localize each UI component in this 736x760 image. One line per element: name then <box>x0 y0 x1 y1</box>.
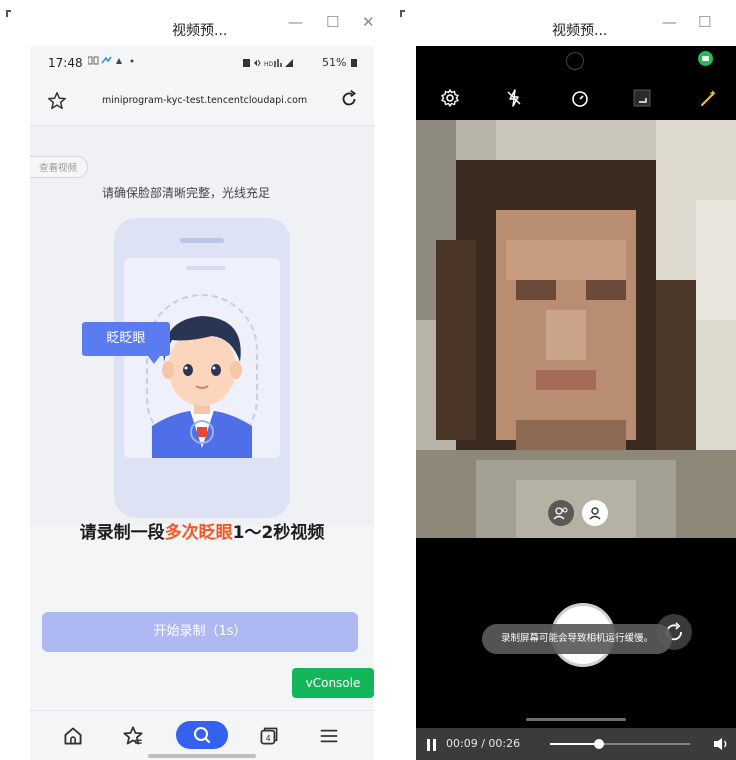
front-camera-icon <box>566 52 584 70</box>
flash-off-icon[interactable] <box>502 86 526 110</box>
settings-icon[interactable] <box>438 86 462 110</box>
corner-mark <box>6 10 11 17</box>
volume-icon[interactable] <box>712 736 730 752</box>
status-time: 17:48 <box>48 56 83 70</box>
gesture-bar <box>148 754 256 758</box>
player-time: 00:09 / 00:26 <box>446 737 521 750</box>
tabs-icon[interactable]: 4 <box>256 723 282 749</box>
minimize-button[interactable]: — <box>662 14 677 30</box>
battery-percent: 51% <box>322 56 347 69</box>
svg-text:4: 4 <box>266 734 271 743</box>
video-player-bar: 00:09 / 00:26 <box>416 728 736 760</box>
reload-icon[interactable] <box>338 88 360 110</box>
home-icon[interactable] <box>60 723 86 749</box>
menu-icon[interactable] <box>316 723 342 749</box>
status-notification-icons <box>87 55 140 70</box>
left-window-titlebar: 视频预... — ☐ ✕ <box>0 0 392 46</box>
progress-knob[interactable] <box>594 739 604 749</box>
status-system-icons: HD 51% <box>242 56 358 69</box>
left-window-title: 视频预... <box>172 23 228 39</box>
star-icon[interactable] <box>46 90 68 112</box>
blink-tag: 眨眨眼 <box>82 322 170 364</box>
search-icon[interactable] <box>176 721 228 749</box>
multi-face-icon[interactable] <box>548 500 574 526</box>
kyc-content: 查看视频 请确保脸部清晰完整，光线充足 眨眨眼 <box>30 126 374 526</box>
single-face-icon[interactable] <box>582 500 608 526</box>
right-window: 视频预... — ☐ 录制屏幕可能会导致相机运行缓慢。 00:09 / 00:2… <box>396 0 736 760</box>
toast-message: 录制屏幕可能会导致相机运行缓慢。 <box>482 624 672 654</box>
camera-screen: 录制屏幕可能会导致相机运行缓慢。 00:09 / 00:26 <box>416 46 736 760</box>
bottom-nav: 4 <box>30 710 374 760</box>
favorite-icon[interactable] <box>120 723 146 749</box>
headline-highlight: 多次眨眼 <box>164 523 233 543</box>
headline-prefix: 请录制一段 <box>79 523 165 543</box>
start-recording-button[interactable]: 开始录制（1s） <box>42 612 358 652</box>
pause-icon[interactable] <box>426 737 438 751</box>
minimize-button[interactable]: — <box>288 14 303 30</box>
maximize-button[interactable]: ☐ <box>326 14 339 30</box>
phone-illustration <box>114 218 290 518</box>
view-video-pill[interactable]: 查看视频 <box>30 156 89 178</box>
url-bar: miniprogram-kyc-test.tencentcloudapi.com <box>30 78 374 126</box>
close-button[interactable]: ✕ <box>362 14 375 30</box>
magic-icon[interactable] <box>696 86 720 110</box>
timer-icon[interactable] <box>568 86 592 110</box>
instruction-text: 请确保脸部清晰完整，光线充足 <box>102 186 271 200</box>
aspect-icon[interactable] <box>630 86 654 110</box>
left-window: 视频预... — ☐ ✕ 17:48 HD 51% miniprogram-ky… <box>0 0 392 760</box>
right-window-title: 视频预... <box>552 23 608 39</box>
camera-preview <box>416 120 736 538</box>
progress-fill <box>550 743 599 745</box>
gesture-bar <box>526 718 626 721</box>
svg-text:HD: HD <box>264 61 274 68</box>
corner-mark <box>400 10 405 17</box>
headline: 请录制一段多次眨眼1～2秒视频 <box>30 518 374 543</box>
camera-toolbar <box>416 86 736 120</box>
illustration-notch <box>180 238 224 243</box>
headline-suffix: 1～2秒视频 <box>232 523 325 543</box>
status-bar: 17:48 HD 51% <box>30 46 374 78</box>
maximize-button[interactable]: ☐ <box>698 14 711 30</box>
right-window-titlebar: 视频预... — ☐ <box>396 0 736 46</box>
url-address[interactable]: miniprogram-kyc-test.tencentcloudapi.com <box>102 95 307 106</box>
vconsole-button[interactable]: vConsole <box>292 668 374 698</box>
pixelated-face-preview <box>416 120 736 538</box>
left-phone-screen: 17:48 HD 51% miniprogram-kyc-test.tencen… <box>30 46 374 760</box>
recording-indicator-icon <box>698 51 713 66</box>
progress-track[interactable] <box>550 739 690 749</box>
